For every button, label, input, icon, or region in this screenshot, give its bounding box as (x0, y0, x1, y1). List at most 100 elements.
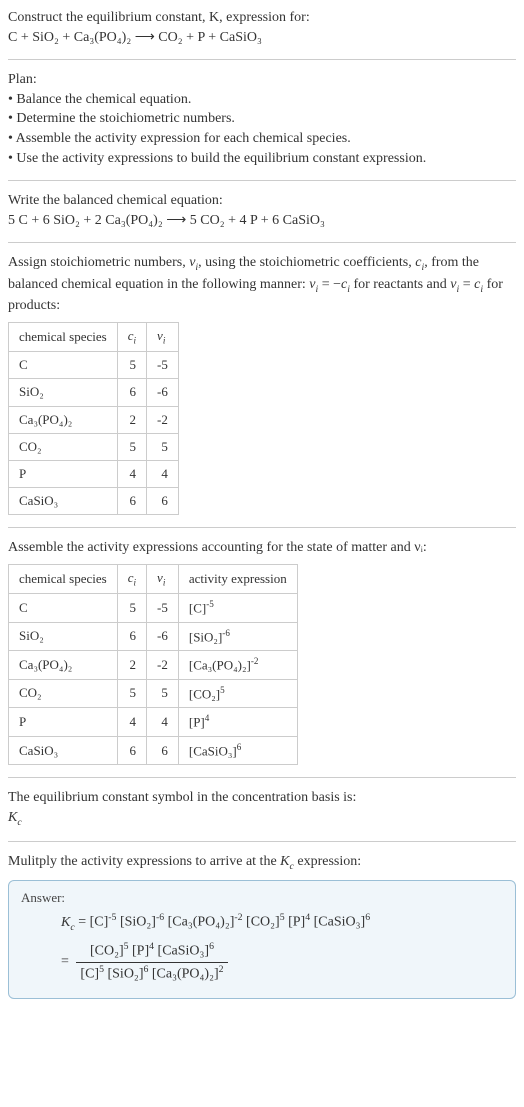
term: [P] (132, 944, 149, 959)
table-header-row: chemical species ci νi activity expressi… (9, 564, 298, 593)
divider (8, 180, 516, 181)
cell: -6 (147, 379, 179, 406)
cell: 4 (117, 461, 146, 488)
cell: -5 (147, 352, 179, 379)
exp: 4 (205, 713, 210, 723)
th-ci: ci (117, 322, 146, 351)
divider (8, 527, 516, 528)
plan-item: • Determine the stoichiometric numbers. (8, 109, 516, 129)
cell: 4 (117, 708, 146, 737)
base: [SiO₂] (189, 629, 222, 644)
stoich-section: Assign stoichiometric numbers, νi , using… (8, 253, 516, 515)
intro-line1: Construct the equilibrium constant, K, e… (8, 8, 516, 28)
cell: 5 (117, 594, 146, 623)
th-species: chemical species (9, 564, 118, 593)
base: [C] (189, 601, 206, 616)
term: [C] (80, 966, 99, 981)
table-row: C5-5[C]-5 (9, 594, 298, 623)
text: Assign stoichiometric numbers, (8, 255, 189, 270)
answer-equation: Kc = [C]-5 [SiO₂]-6 [Ca₃(PO₄)₂]-2 [CO₂]5… (21, 911, 503, 986)
answer-box: Answer: Kc = [C]-5 [SiO₂]-6 [Ca₃(PO₄)₂]-… (8, 880, 516, 999)
base: [Ca₃(PO₄)₂] (189, 658, 251, 673)
cell: [SiO₂]-6 (178, 622, 297, 651)
table-row: CaSiO₃66 (9, 488, 179, 515)
term: [CO₂] (90, 944, 124, 959)
cell: 2 (117, 406, 146, 433)
exp: 6 (209, 941, 214, 952)
divider (8, 841, 516, 842)
cell: -2 (147, 651, 179, 680)
cell: [C]-5 (178, 594, 297, 623)
cell: 6 (117, 379, 146, 406)
exp: 4 (149, 941, 154, 952)
cell: 6 (117, 622, 146, 651)
exp: -6 (156, 912, 164, 923)
term: [P] (288, 915, 305, 930)
exp: -5 (206, 599, 214, 609)
cell: CaSiO₃ (9, 736, 118, 765)
text: for reactants and (350, 277, 450, 292)
symbol-line2: Kc (8, 808, 516, 830)
base: [CO₂] (189, 686, 220, 701)
balanced-section: Write the balanced chemical equation: 5 … (8, 191, 516, 230)
cell: Ca₃(PO₄)₂ (9, 406, 118, 433)
text: , using the stoichiometric coefficients, (198, 255, 415, 270)
th-activity: activity expression (178, 564, 297, 593)
activity-table: chemical species ci νi activity expressi… (8, 564, 298, 765)
table-row: Ca₃(PO₄)₂2-2 (9, 406, 179, 433)
table-row: C5-5 (9, 352, 179, 379)
cell: [CO₂]5 (178, 679, 297, 708)
divider (8, 777, 516, 778)
cell: 6 (117, 488, 146, 515)
exp: 5 (280, 912, 285, 923)
exp: 6 (365, 912, 370, 923)
cell: -5 (147, 594, 179, 623)
cell: 5 (117, 433, 146, 460)
stoich-desc: Assign stoichiometric numbers, νi, using… (8, 253, 516, 316)
plan-title: Plan: (8, 70, 516, 90)
exp: -5 (108, 912, 116, 923)
term: [CaSiO₃] (158, 944, 210, 959)
th-vi: νi (147, 564, 179, 593)
cell: CO₂ (9, 433, 118, 460)
term: [Ca₃(PO₄)₂] (168, 915, 235, 930)
table-row: CO₂55[CO₂]5 (9, 679, 298, 708)
answer-label: Answer: (21, 889, 503, 907)
cell: CO₂ (9, 679, 118, 708)
table-row: P44[P]4 (9, 708, 298, 737)
intro-text: Construct the equilibrium constant, K, e… (8, 10, 310, 25)
table-row: P44 (9, 461, 179, 488)
kc-line1: Kc = [C]-5 [SiO₂]-6 [Ca₃(PO₄)₂]-2 [CO₂]5… (61, 911, 503, 934)
cell: 5 (147, 433, 179, 460)
symbol-section: The equilibrium constant symbol in the c… (8, 788, 516, 829)
table-row: Ca₃(PO₄)₂2-2[Ca₃(PO₄)₂]-2 (9, 651, 298, 680)
cell: -6 (147, 622, 179, 651)
final-section: Mulitply the activity expressions to arr… (8, 852, 516, 998)
cell: P (9, 708, 118, 737)
exp: 5 (220, 685, 225, 695)
th-species: chemical species (9, 322, 118, 351)
exp: 5 (99, 964, 104, 975)
cell: P (9, 461, 118, 488)
cell: 6 (147, 736, 179, 765)
th-vi: νi (147, 322, 179, 351)
term: [SiO₂] (107, 966, 143, 981)
table-row: SiO₂6-6[SiO₂]-6 (9, 622, 298, 651)
cell: SiO₂ (9, 622, 118, 651)
term: [C] (90, 915, 109, 930)
th-ci: ci (117, 564, 146, 593)
table-row: CO₂55 (9, 433, 179, 460)
final-title: Mulitply the activity expressions to arr… (8, 852, 516, 874)
plan-item: • Use the activity expressions to build … (8, 149, 516, 169)
cell: 4 (147, 461, 179, 488)
table-header-row: chemical species ci νi (9, 322, 179, 351)
cell: 5 (117, 679, 146, 708)
stoich-table: chemical species ci νi C5-5 SiO₂6-6 Ca₃(… (8, 322, 179, 515)
divider (8, 242, 516, 243)
plan-item: • Assemble the activity expression for e… (8, 129, 516, 149)
exp: 5 (124, 941, 129, 952)
cell: C (9, 594, 118, 623)
base: [CaSiO₃] (189, 743, 237, 758)
cell: 5 (117, 352, 146, 379)
cell: Ca₃(PO₄)₂ (9, 651, 118, 680)
